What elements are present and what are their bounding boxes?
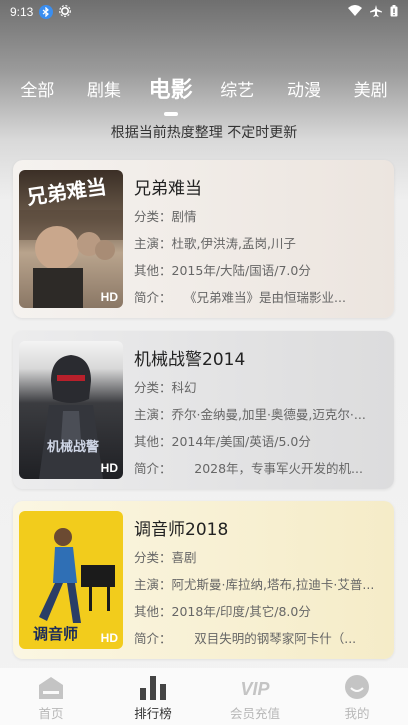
tab-anime[interactable]: 动漫 <box>274 76 334 101</box>
tab-us-series[interactable]: 美剧 <box>341 76 401 101</box>
other-label: 其他： <box>134 263 172 278</box>
home-icon <box>38 672 64 700</box>
tab-all[interactable]: 全部 <box>7 76 67 101</box>
genre-value: 喜剧 <box>171 550 197 565</box>
genre-value: 科幻 <box>171 380 197 395</box>
movie-card[interactable]: 机械战警 HD 机械战警2014 分类：科幻 主演：乔尔·金纳曼,加里·奥德曼,… <box>13 331 394 489</box>
active-tab-indicator <box>163 112 178 116</box>
movie-genre: 分类：喜剧 <box>134 547 384 566</box>
cast-label: 主演： <box>134 577 172 592</box>
movie-other: 其他：2018年/印度/其它/8.0分 <box>134 601 384 620</box>
intro-value: 双目失明的钢琴家阿卡什（... <box>165 631 357 646</box>
movie-intro: 简介： 2028年，专事军火开发的机... <box>134 458 384 477</box>
movie-poster: 调音师 HD <box>19 511 123 649</box>
hd-badge: HD <box>100 290 118 304</box>
genre-label: 分类： <box>134 209 172 224</box>
other-label: 其他： <box>134 604 172 619</box>
movie-genre: 分类：剧情 <box>134 206 384 225</box>
status-time: 9:13 <box>10 5 34 19</box>
poster-title-text: 调音师 <box>33 625 78 643</box>
bluetooth-icon <box>39 5 54 19</box>
cast-value: 杜歌,伊洪涛,孟岗,川子 <box>171 236 296 251</box>
nav-vip[interactable]: VIP 会员充值 <box>215 672 295 722</box>
tab-series[interactable]: 剧集 <box>74 76 134 101</box>
tab-variety[interactable]: 综艺 <box>207 76 267 101</box>
intro-value: 《兄弟难当》是由恒瑞影业... <box>165 290 346 305</box>
movie-cast: 主演：杜歌,伊洪涛,孟岗,川子 <box>134 233 384 252</box>
cast-value: 乔尔·金纳曼,加里·奥德曼,迈克尔·... <box>171 407 366 422</box>
intro-label: 简介： <box>134 461 166 476</box>
tab-movies[interactable]: 电影 <box>141 72 201 116</box>
movie-genre: 分类：科幻 <box>134 377 384 396</box>
nav-label: 排行榜 <box>134 705 172 721</box>
intro-label: 简介： <box>134 290 166 305</box>
genre-label: 分类： <box>134 380 172 395</box>
movie-poster: 兄弟难当 HD <box>19 170 123 308</box>
intro-label: 简介： <box>134 631 166 646</box>
cast-label: 主演： <box>134 407 172 422</box>
intro-value: 2028年，专事军火开发的机... <box>165 461 363 476</box>
profile-icon <box>344 672 370 700</box>
tab-label: 综艺 <box>220 80 255 101</box>
tab-label: 全部 <box>20 80 55 101</box>
nav-label: 我的 <box>344 705 370 721</box>
nav-profile[interactable]: 我的 <box>317 672 397 722</box>
ranking-icon <box>140 672 166 700</box>
tab-label: 电影 <box>148 78 193 103</box>
poster-title-text: 机械战警 <box>47 439 99 455</box>
movie-title: 调音师2018 <box>134 520 229 540</box>
movie-cast: 主演：乔尔·金纳曼,加里·奥德曼,迈克尔·... <box>134 404 384 423</box>
nav-ranking[interactable]: 排行榜 <box>113 672 193 722</box>
hd-badge: HD <box>100 461 118 475</box>
other-value: 2018年/印度/其它/8.0分 <box>171 604 311 619</box>
nav-label: 首页 <box>38 705 64 721</box>
settings-icon <box>59 4 72 20</box>
movie-card[interactable]: 兄弟难当 HD 兄弟难当 分类：剧情 主演：杜歌,伊洪涛,孟岗,川子 其他：20… <box>13 160 394 318</box>
wifi-icon <box>348 5 362 19</box>
vip-icon: VIP <box>240 672 269 700</box>
category-tabs: 全部 剧集 电影 综艺 动漫 美剧 <box>0 68 408 116</box>
movie-card[interactable]: 调音师 HD 调音师2018 分类：喜剧 主演：阿尤斯曼·库拉纳,塔布,拉迪卡·… <box>13 501 394 659</box>
cast-label: 主演： <box>134 236 172 251</box>
movie-intro: 简介： 《兄弟难当》是由恒瑞影业... <box>134 287 384 306</box>
vip-glyph: VIP <box>240 678 270 699</box>
tab-label: 剧集 <box>86 80 121 101</box>
status-bar: 9:13 <box>0 0 408 24</box>
hd-badge: HD <box>100 631 118 645</box>
other-value: 2015年/大陆/国语/7.0分 <box>171 263 311 278</box>
genre-label: 分类： <box>134 550 172 565</box>
movie-poster: 机械战警 HD <box>19 341 123 479</box>
tab-label: 动漫 <box>286 80 321 101</box>
tab-label: 美剧 <box>353 80 388 101</box>
movie-title: 机械战警2014 <box>134 350 246 370</box>
airplane-icon <box>370 4 382 20</box>
genre-value: 剧情 <box>171 209 197 224</box>
cast-value: 阿尤斯曼·库拉纳,塔布,拉迪卡·艾普... <box>171 577 375 592</box>
movie-title: 兄弟难当 <box>134 179 202 199</box>
bottom-nav: 首页 排行榜 VIP 会员充值 我的 <box>0 668 408 725</box>
poster-title-text: 兄弟难当 <box>24 174 108 209</box>
movie-cast: 主演：阿尤斯曼·库拉纳,塔布,拉迪卡·艾普... <box>134 574 384 593</box>
ranking-subtitle: 根据当前热度整理 不定时更新 <box>110 125 298 141</box>
movie-intro: 简介： 双目失明的钢琴家阿卡什（... <box>134 628 384 647</box>
battery-icon <box>390 4 398 20</box>
other-label: 其他： <box>134 434 172 449</box>
movie-other: 其他：2015年/大陆/国语/7.0分 <box>134 260 384 279</box>
other-value: 2014年/美国/英语/5.0分 <box>171 434 311 449</box>
nav-label: 会员充值 <box>229 705 280 721</box>
movie-other: 其他：2014年/美国/英语/5.0分 <box>134 431 384 450</box>
nav-home[interactable]: 首页 <box>11 672 91 722</box>
